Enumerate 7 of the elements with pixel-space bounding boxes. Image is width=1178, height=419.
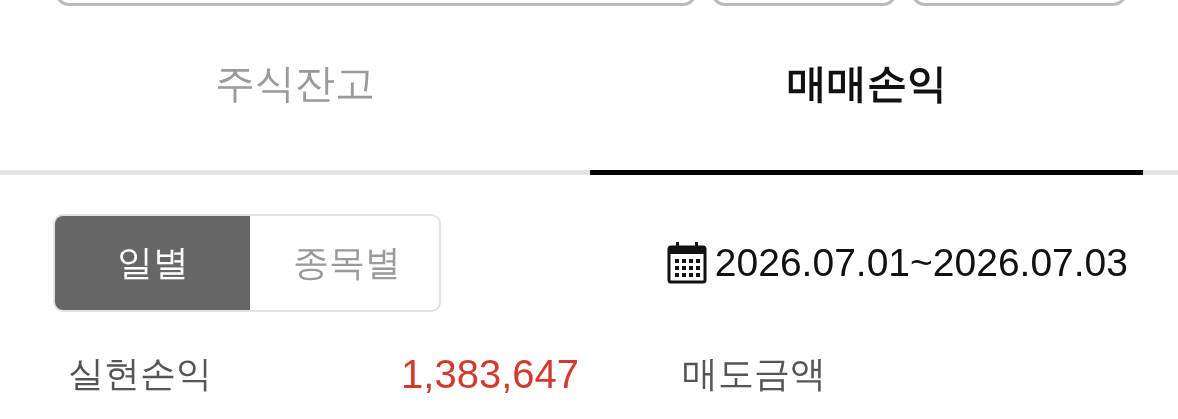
summary-label: 실현손익 — [68, 352, 212, 396]
summary-value: 1,383,647 — [400, 352, 580, 397]
summary-label: 매도금액 — [682, 352, 826, 396]
toggle-option[interactable]: 일별 — [55, 216, 250, 310]
tab[interactable]: 매매손익 — [590, 6, 1143, 175]
calendar-icon — [666, 242, 707, 284]
date-range[interactable]: 2026.07.01~2026.07.03 — [714, 241, 1128, 285]
